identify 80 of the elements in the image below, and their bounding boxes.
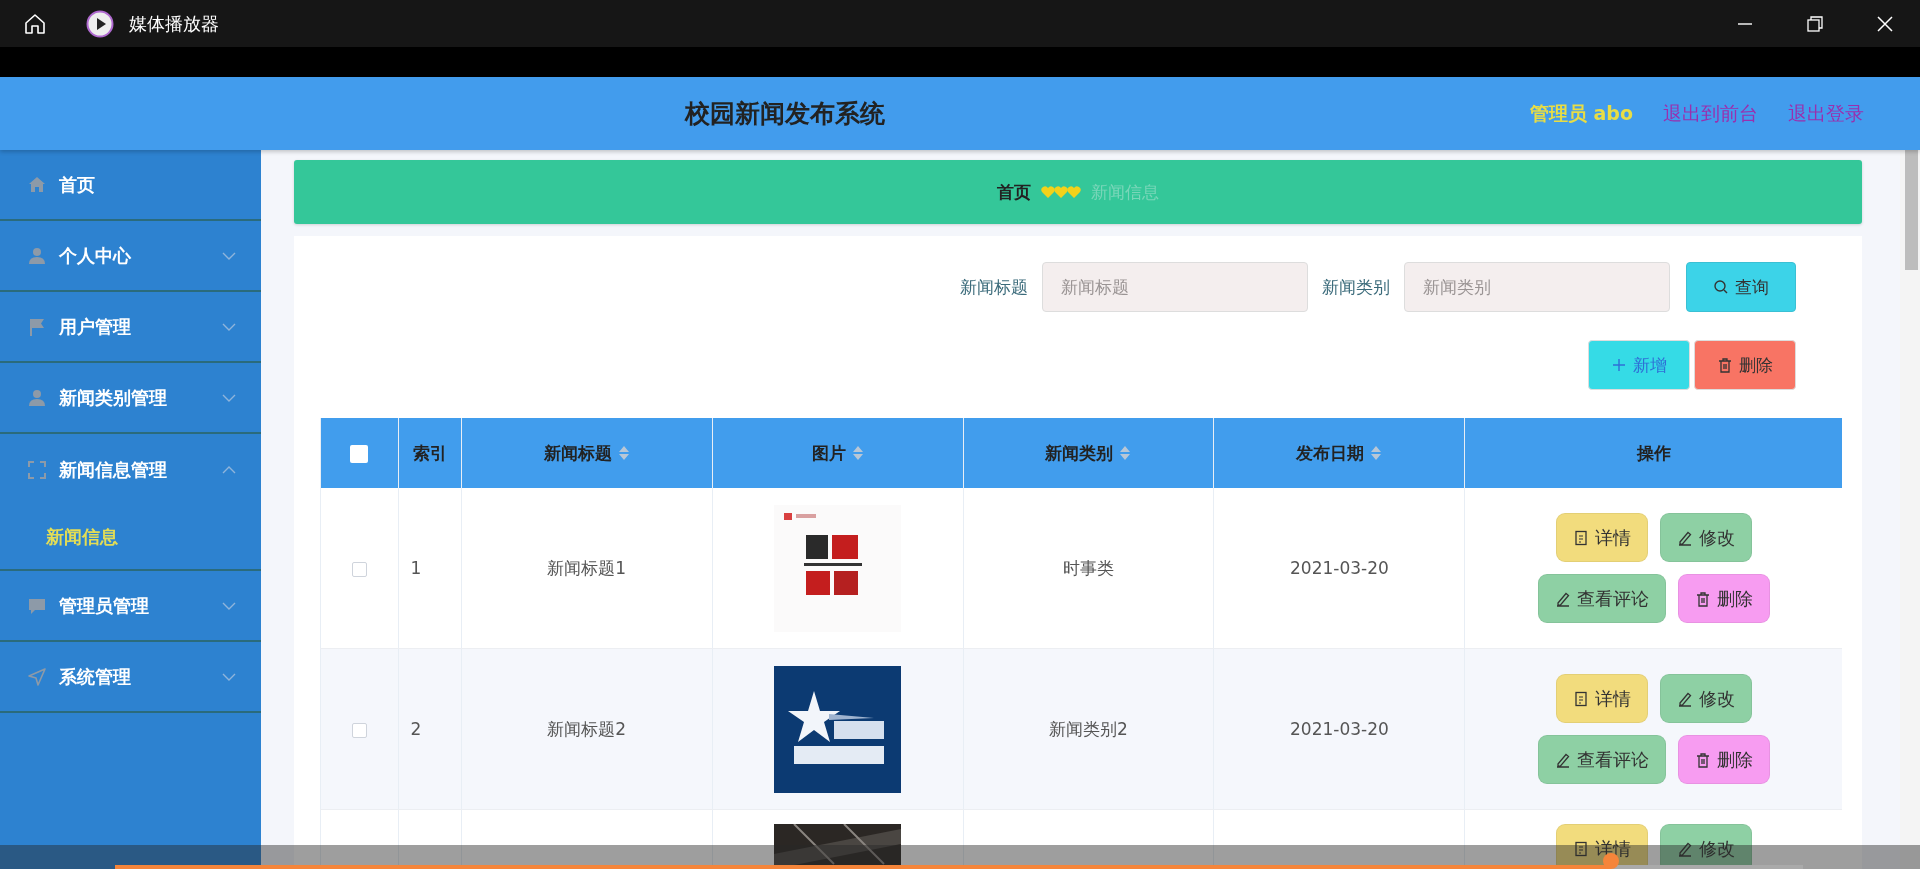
plus-icon [1611, 357, 1627, 373]
add-button[interactable]: 新增 [1588, 340, 1690, 390]
user-icon [27, 245, 47, 266]
frame-icon [27, 459, 47, 480]
sidebar-item[interactable]: 新闻信息管理 [0, 434, 261, 505]
home-icon [27, 174, 47, 195]
sidebar-item[interactable]: 管理员管理 [0, 571, 261, 642]
table-cell: 新闻标题1 [547, 557, 626, 578]
sort-icon[interactable] [1370, 444, 1383, 462]
sidebar-item[interactable]: 系统管理 [0, 642, 261, 713]
pencil-icon [1554, 751, 1571, 768]
select-all-checkbox[interactable] [350, 445, 369, 463]
delete-button[interactable]: 删除 [1694, 340, 1796, 390]
flag-icon [27, 316, 47, 337]
trash-icon [1694, 751, 1711, 768]
sidebar-item[interactable]: 用户管理 [0, 292, 261, 363]
scrollbar-thumb[interactable] [1905, 150, 1918, 270]
caret-down-icon [222, 392, 236, 403]
app-title: 校园新闻发布系统 [683, 98, 886, 130]
search-button[interactable]: 查询 [1686, 262, 1796, 312]
detail-button[interactable]: 详情 [1555, 674, 1648, 723]
restore-icon[interactable] [1806, 14, 1824, 33]
pencil-icon [1676, 840, 1693, 857]
search-icon [1713, 279, 1729, 295]
delete-button[interactable]: 删除 [1677, 574, 1770, 623]
field-label: 新闻标题 [960, 275, 1028, 299]
breadcrumb-link[interactable]: 首页 [997, 180, 1031, 204]
play-icon [86, 9, 114, 38]
caret-down-icon [222, 600, 236, 611]
trash-icon [1717, 357, 1733, 373]
column-header[interactable]: 新闻类别 [1045, 441, 1132, 465]
hearts-icon [1041, 185, 1081, 199]
edit-button[interactable]: 修改 [1659, 674, 1752, 723]
column-header[interactable]: 新闻标题 [543, 441, 630, 465]
caret-down-icon [222, 250, 236, 261]
sort-icon[interactable] [1119, 444, 1132, 462]
column-header: 操作 [1636, 441, 1671, 465]
table-cell: 2021-03-20 [1290, 719, 1389, 739]
table-cell: 新闻类别2 [1049, 718, 1128, 739]
sidebar-item[interactable]: 个人中心 [0, 221, 261, 292]
pencil-icon [1554, 590, 1571, 607]
column-header: 索引 [412, 441, 447, 465]
breadcrumb-current: 新闻信息 [1091, 180, 1159, 204]
search-field[interactable]: 新闻类别 [1404, 262, 1670, 312]
search-field[interactable]: 新闻标题 [1042, 262, 1308, 312]
caret-up-icon [222, 464, 236, 475]
document-icon [1572, 840, 1589, 857]
pencil-icon [1676, 529, 1693, 546]
home-icon[interactable] [23, 11, 47, 36]
table-cell: 时事类 [1063, 557, 1114, 578]
row-checkbox[interactable] [351, 722, 367, 738]
document-icon [1572, 690, 1589, 707]
comments-button[interactable]: 查看评论 [1537, 735, 1666, 784]
send-icon [27, 666, 47, 687]
sort-icon[interactable] [617, 444, 630, 462]
trash-icon [1694, 590, 1711, 607]
pencil-icon [1676, 690, 1693, 707]
caret-down-icon [222, 321, 236, 332]
table-cell: 新闻标题2 [547, 718, 626, 739]
row-checkbox[interactable] [351, 561, 367, 577]
detail-button[interactable]: 详情 [1555, 513, 1648, 562]
column-header[interactable]: 发布日期 [1296, 441, 1383, 465]
table-cell: 2021-03-20 [1290, 558, 1389, 578]
comments-button[interactable]: 查看评论 [1537, 574, 1666, 623]
table-cell: 1 [410, 558, 422, 578]
delete-button[interactable]: 删除 [1677, 735, 1770, 784]
user-icon [27, 387, 47, 408]
column-header[interactable]: 图片 [811, 441, 864, 465]
edit-button[interactable]: 修改 [1659, 513, 1752, 562]
document-icon [1572, 529, 1589, 546]
sidebar-item[interactable]: 首页 [0, 150, 261, 221]
user-label: 管理员 abo [1529, 100, 1633, 126]
close-icon[interactable] [1876, 14, 1894, 33]
caret-down-icon [222, 671, 236, 682]
sort-icon[interactable] [851, 444, 864, 462]
field-label: 新闻类别 [1322, 275, 1390, 299]
sidebar-item[interactable]: 新闻类别管理 [0, 363, 261, 434]
sidebar-subitem[interactable]: 新闻信息 [46, 525, 118, 549]
window-title: 媒体播放器 [129, 11, 219, 36]
table-cell: 2 [410, 719, 422, 739]
